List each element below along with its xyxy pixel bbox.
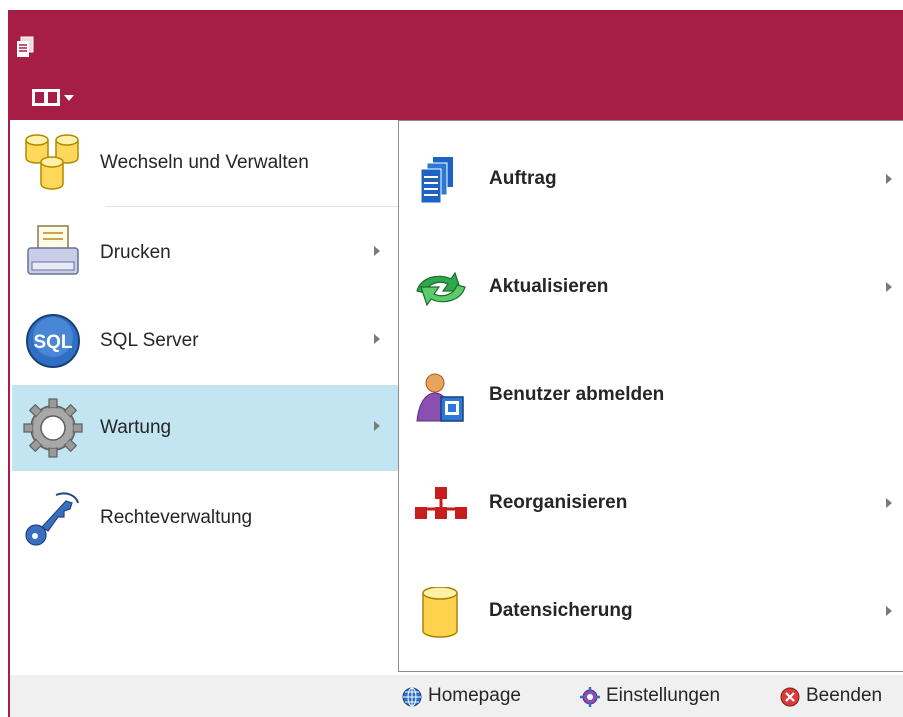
- chevron-right-icon: [886, 498, 892, 508]
- sql-icon-text: SQL: [33, 332, 72, 353]
- hierarchy-icon: [415, 487, 467, 519]
- gear-icon: [23, 398, 83, 458]
- menu-item-sql-server[interactable]: SQL SQL Server: [12, 298, 398, 384]
- homepage-label: Homepage: [428, 685, 521, 706]
- submenu-item-datensicherung[interactable]: Datensicherung: [399, 557, 903, 665]
- submenu-item-label: Datensicherung: [489, 600, 633, 621]
- backstage-footer: Homepage Einstellungen Beenden: [10, 675, 903, 717]
- backstage-main-menu: Wechseln und Verwalten Drucken SQL SQL S…: [10, 120, 408, 675]
- settings-icon: [580, 687, 600, 707]
- documents-icon: [420, 157, 453, 204]
- document-stack-icon: [17, 36, 34, 57]
- menu-item-rechteverwaltung[interactable]: Rechteverwaltung: [12, 475, 398, 561]
- globe-icon: [402, 687, 422, 707]
- close-circle-icon: [780, 687, 800, 707]
- submenu-item-reorganisieren[interactable]: Reorganisieren: [399, 449, 903, 557]
- chevron-right-icon: [374, 421, 380, 431]
- menu-separator: [106, 206, 408, 207]
- submenu-item-aktualisieren[interactable]: Aktualisieren: [399, 233, 903, 341]
- menu-item-drucken[interactable]: Drucken: [12, 210, 398, 296]
- database-icon: [422, 587, 458, 638]
- settings-label: Einstellungen: [606, 685, 721, 706]
- chevron-right-icon: [886, 282, 892, 292]
- chevron-right-icon: [886, 174, 892, 184]
- submenu-item-label: Benutzer abmelden: [489, 384, 665, 405]
- database-cylinders-icon: [25, 134, 79, 190]
- menu-item-label: SQL Server: [100, 330, 199, 351]
- menu-item-wechseln-und-verwalten[interactable]: Wechseln und Verwalten: [12, 120, 398, 206]
- submenu-item-label: Aktualisieren: [489, 276, 609, 297]
- key-icon: [25, 492, 79, 546]
- menu-item-label: Drucken: [100, 242, 171, 263]
- submenu-item-auftrag[interactable]: Auftrag: [399, 125, 903, 233]
- title-bar: [8, 10, 903, 120]
- submenu-item-label: Auftrag: [489, 168, 557, 189]
- sql-icon: SQL: [26, 314, 80, 368]
- menu-item-label: Rechteverwaltung: [100, 507, 253, 528]
- wartung-submenu: Auftrag Aktualisieren Benutzer abmelden: [398, 120, 903, 672]
- submenu-item-label: Reorganisieren: [489, 492, 628, 513]
- printer-icon: [27, 225, 79, 275]
- menu-item-label: Wechseln und Verwalten: [100, 152, 309, 173]
- chevron-right-icon: [374, 334, 380, 344]
- user-logoff-icon: [416, 373, 464, 422]
- menu-item-wartung[interactable]: Wartung: [12, 385, 398, 471]
- exit-label: Beenden: [806, 685, 883, 706]
- refresh-arrows-icon: [416, 271, 466, 307]
- submenu-item-benutzer-abmelden[interactable]: Benutzer abmelden: [399, 341, 903, 449]
- chevron-right-icon: [886, 606, 892, 616]
- panel-dropdown-icon[interactable]: [32, 83, 82, 111]
- menu-item-label: Wartung: [100, 417, 172, 438]
- chevron-right-icon: [374, 246, 380, 256]
